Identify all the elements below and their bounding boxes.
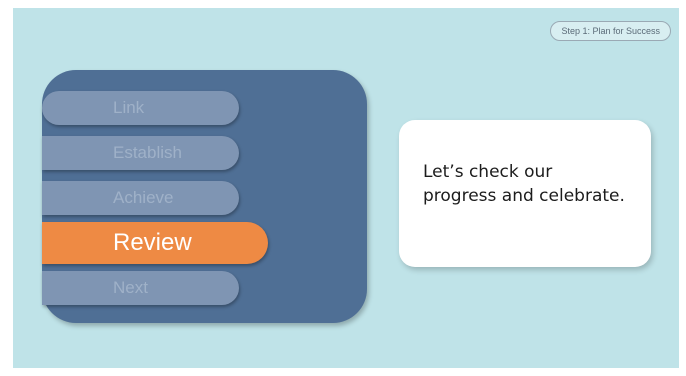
menu-item-establish[interactable]: Establish <box>42 136 239 170</box>
menu-item-achieve[interactable]: Achieve <box>42 181 239 215</box>
callout-text: Let’s check our progress and celebrate. <box>423 162 625 206</box>
step-badge: Step 1: Plan for Success <box>550 21 671 41</box>
slide: Step 1: Plan for Success Link Establish … <box>13 8 679 368</box>
menu-item-next[interactable]: Next <box>42 271 239 305</box>
menu-panel: Link Establish Achieve Review Next <box>42 70 367 323</box>
menu-item-review[interactable]: Review <box>42 222 268 264</box>
callout-box: Let’s check our progress and celebrate. <box>399 120 651 267</box>
menu-item-link[interactable]: Link <box>42 91 239 125</box>
